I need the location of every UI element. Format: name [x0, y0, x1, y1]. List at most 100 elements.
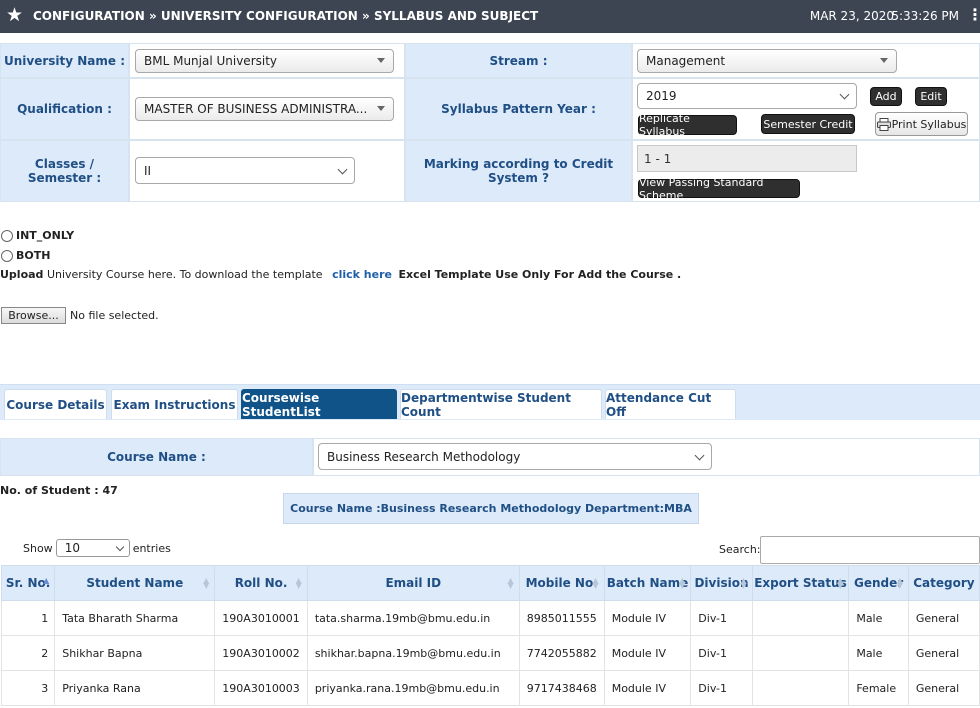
sort-icon: ▲ ▼: [679, 576, 686, 590]
cell-student-name: Tata Bharath Sharma: [54, 600, 216, 636]
tab-course-details[interactable]: Course Details: [4, 389, 107, 419]
page-length-control: Show 10 entries: [23, 539, 171, 557]
table-row: 2 Shikhar Bapna 190A3010002 shikhar.bapn…: [0, 635, 980, 671]
both-option[interactable]: BOTH: [1, 249, 50, 262]
cell-export-status: [751, 635, 850, 671]
cell-batch: Module IV: [603, 670, 692, 706]
qualification-cell: MASTER OF BUSINESS ADMINISTRA...: [129, 78, 405, 140]
add-button[interactable]: Add: [870, 87, 902, 106]
cell-email: shikhar.bapna.19mb@bmu.edu.in: [306, 635, 520, 671]
classes-cell: II: [129, 140, 405, 202]
classes-select-value: II: [144, 163, 152, 178]
cell-student-name: Priyanka Rana: [54, 670, 216, 706]
column-header-gender[interactable]: Gender ▲ ▼: [848, 565, 909, 601]
star-icon[interactable]: ★: [6, 5, 23, 25]
pattern-year-select[interactable]: 2019: [637, 83, 857, 109]
student-table: Sr. No. ▲ Student Name ▲ ▼ Roll No. ▲ ▼ Email…: [0, 565, 980, 706]
stream-cell: Management: [632, 43, 980, 78]
edit-button[interactable]: Edit: [915, 87, 947, 106]
column-header-sr-no[interactable]: Sr. No. ▲: [0, 565, 56, 601]
cell-sr-no: 1: [0, 600, 56, 636]
sort-icon: ▲ ▼: [837, 576, 844, 590]
university-select-value: BML Munjal University: [144, 54, 278, 68]
classes-select[interactable]: II: [135, 157, 355, 184]
sort-icon: ▲ ▼: [203, 576, 210, 590]
entries-select[interactable]: 10: [55, 539, 130, 557]
tab-coursewise-studentlist[interactable]: Coursewise StudentList: [241, 389, 397, 419]
top-bar: ★ CONFIGURATION » UNIVERSITY CONFIGURATI…: [0, 0, 980, 33]
marking-cell: 1 - 1 View Passing Standard Scheme: [632, 140, 980, 202]
browse-button[interactable]: Browse...: [1, 307, 66, 324]
column-header-roll-no[interactable]: Roll No. ▲ ▼: [214, 565, 308, 601]
breadcrumb: CONFIGURATION » UNIVERSITY CONFIGURATION…: [33, 9, 539, 23]
printer-icon: [876, 117, 891, 131]
column-label: Export Status: [754, 576, 847, 590]
column-header-student-name[interactable]: Student Name ▲ ▼: [54, 565, 216, 601]
upload-note: Excel Template Use Only For Add the Cour…: [398, 268, 682, 281]
more-options-icon[interactable]: ⋮: [967, 7, 980, 23]
sort-icon: ▲ ▼: [295, 576, 302, 590]
view-passing-standard-button[interactable]: View Passing Standard Scheme: [638, 176, 800, 202]
cell-gender: Female: [848, 670, 909, 706]
cell-email: tata.sharma.19mb@bmu.edu.in: [306, 600, 520, 636]
semester-credit-button[interactable]: Semester Credit: [761, 114, 855, 134]
column-label: Student Name: [86, 576, 184, 590]
cell-mobile: 7742055882: [518, 635, 605, 671]
table-row: 3 Priyanka Rana 190A3010003 priyanka.ran…: [0, 670, 980, 706]
pattern-year-cell: 2019 Add Edit Replicate Syllabus Semeste…: [632, 78, 980, 140]
marking-value: 1 - 1: [637, 145, 857, 172]
column-label: Category: [913, 576, 975, 590]
course-name-label: Course Name :: [0, 438, 313, 476]
stream-select[interactable]: Management: [637, 49, 897, 73]
cell-category: General: [907, 670, 980, 706]
university-cell: BML Munjal University: [129, 43, 405, 78]
column-header-mobile[interactable]: Mobile No. ▲ ▼: [518, 565, 605, 601]
upload-text: University Course here. To download the …: [46, 268, 323, 281]
column-header-category[interactable]: Category: [907, 565, 980, 601]
column-label: Mobile No.: [525, 576, 598, 590]
course-name-select[interactable]: Business Research Methodology: [318, 443, 712, 470]
chevron-down-icon: [694, 450, 705, 460]
int-only-label: INT_ONLY: [16, 229, 75, 242]
upload-word: Upload: [0, 268, 44, 281]
column-header-division[interactable]: Division ▲ ▼: [690, 565, 753, 601]
template-download-link[interactable]: click here: [332, 268, 392, 281]
cell-division: Div-1: [690, 670, 753, 706]
chevron-down-icon: [115, 542, 124, 552]
upload-instructions: Upload University Course here. To downlo…: [0, 268, 681, 281]
sort-asc-icon: ▲: [43, 576, 50, 585]
sort-icon: ▲ ▼: [507, 576, 514, 590]
int-only-radio[interactable]: [1, 229, 13, 242]
qualification-label: Qualification :: [0, 78, 129, 140]
column-header-export-status[interactable]: Export Status ▲ ▼: [751, 565, 850, 601]
table-header-row: Sr. No. ▲ Student Name ▲ ▼ Roll No. ▲ ▼ Email…: [0, 565, 980, 601]
cell-gender: Male: [848, 600, 909, 636]
cell-division: Div-1: [690, 635, 753, 671]
sort-icon: ▲ ▼: [740, 576, 747, 590]
int-only-option[interactable]: INT_ONLY: [1, 229, 74, 242]
caret-down-icon: [880, 58, 888, 63]
cell-mobile: 9717438468: [518, 670, 605, 706]
cell-batch: Module IV: [603, 600, 692, 636]
pattern-year-select-value: 2019: [646, 89, 677, 103]
entries-select-value: 10: [64, 541, 80, 555]
print-syllabus-label: Print Syllabus: [891, 117, 967, 131]
replicate-syllabus-button[interactable]: Replicate Syllabus: [638, 112, 737, 138]
course-banner: Course Name :Business Research Methodolo…: [283, 493, 699, 524]
column-label: Roll No.: [234, 576, 288, 590]
column-header-batch[interactable]: Batch Name ▲ ▼: [603, 565, 692, 601]
both-radio[interactable]: [1, 249, 13, 262]
search-input[interactable]: [760, 536, 980, 564]
tab-departmentwise-student-count[interactable]: Departmentwise Student Count: [400, 389, 602, 419]
column-header-email[interactable]: Email ID ▲ ▼: [306, 565, 520, 601]
caret-down-icon: [377, 58, 385, 63]
chevron-down-icon: [839, 89, 850, 100]
print-syllabus-button[interactable]: Print Syllabus: [875, 112, 968, 136]
qualification-select[interactable]: MASTER OF BUSINESS ADMINISTRA...: [135, 97, 394, 121]
tab-exam-instructions[interactable]: Exam Instructions: [111, 389, 238, 419]
tab-attendance-cut-off[interactable]: Attendance Cut Off: [605, 389, 736, 419]
university-select[interactable]: BML Munjal University: [135, 49, 394, 73]
course-name-cell: Business Research Methodology: [313, 438, 980, 476]
cell-email: priyanka.rana.19mb@bmu.edu.in: [306, 670, 520, 706]
search-label: Search:: [719, 543, 761, 556]
